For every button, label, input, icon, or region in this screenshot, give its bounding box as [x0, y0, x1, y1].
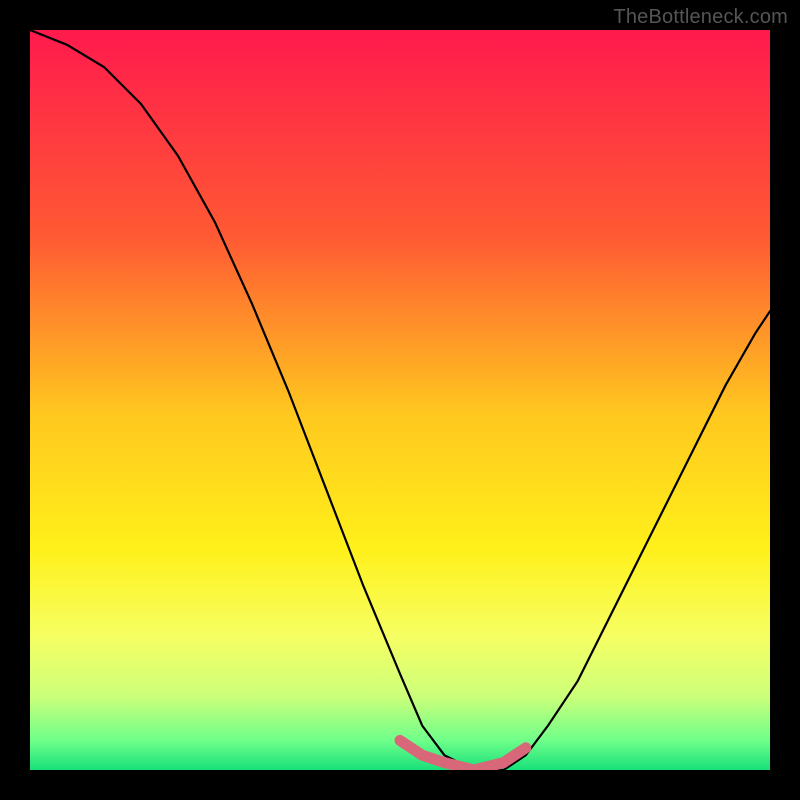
chart-frame: TheBottleneck.com: [0, 0, 800, 800]
watermark-text: TheBottleneck.com: [613, 6, 788, 29]
bottleneck-curve: [30, 30, 770, 770]
curve-layer: [30, 30, 770, 770]
optimal-zone-curve: [400, 740, 526, 770]
plot-area: [30, 30, 770, 770]
